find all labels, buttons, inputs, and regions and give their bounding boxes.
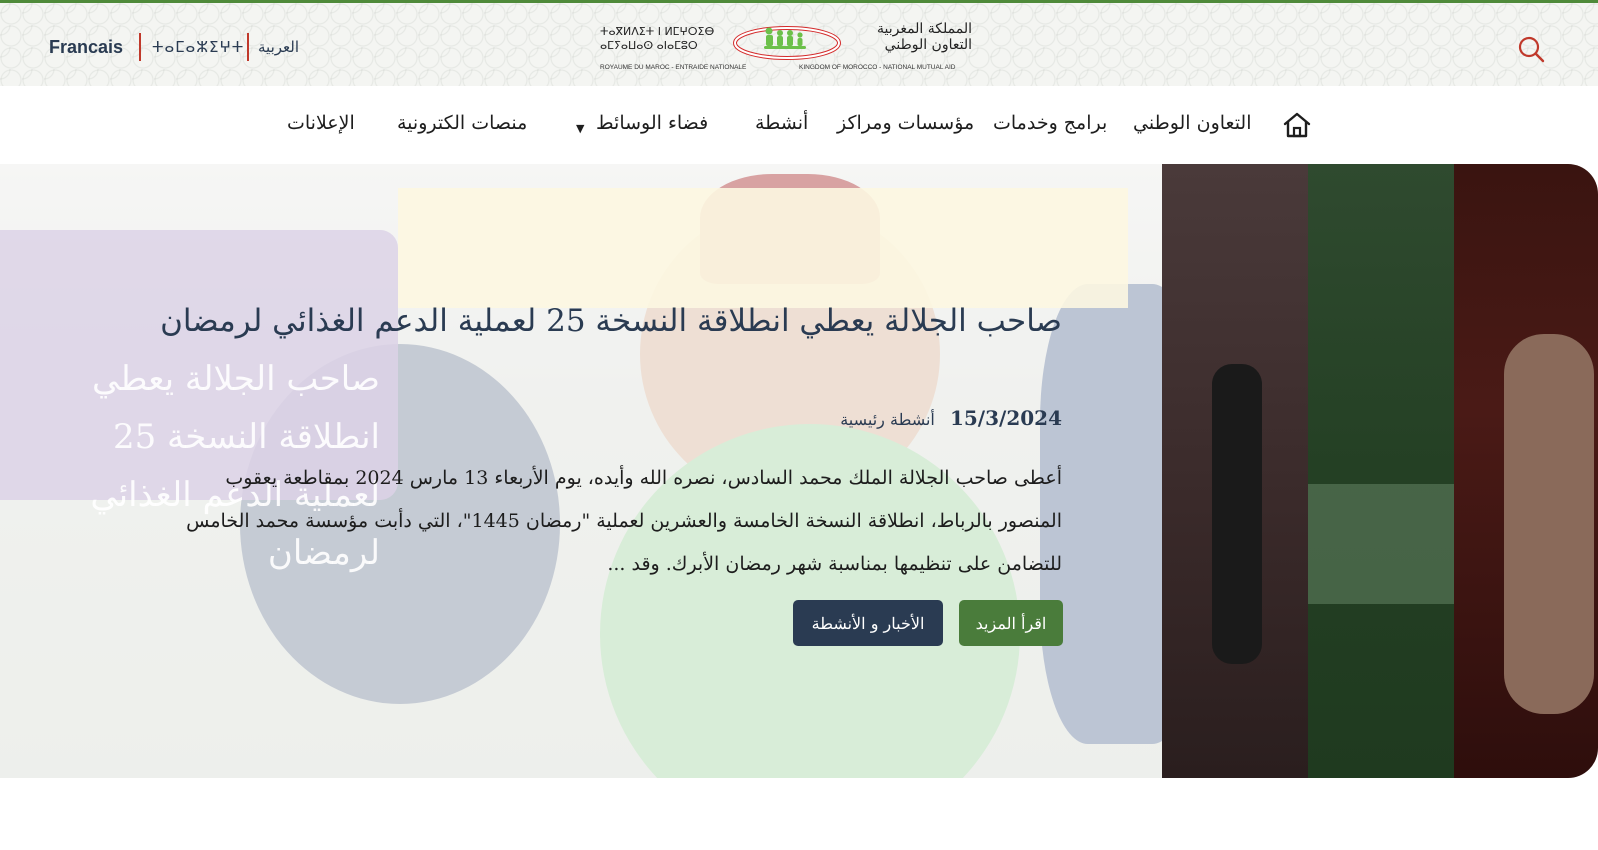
nav-item-institutions-centers[interactable]: مؤسسات ومراكز — [837, 112, 974, 134]
read-more-button[interactable]: اقرأ المزيد — [959, 600, 1063, 646]
nav-item-media-space[interactable]: فضاء الوسائط — [596, 112, 708, 134]
lang-tamazight-link[interactable]: ⵜⴰⵎⴰⵣⵉⵖⵜ — [152, 33, 244, 61]
news-activities-button[interactable]: الأخبار و الأنشطة — [793, 600, 943, 646]
hero-thumb-audience — [1308, 484, 1454, 604]
nav-item-activities[interactable]: أنشطة — [755, 112, 808, 134]
caret-down-icon[interactable]: ▼ — [576, 122, 584, 135]
nav-item-e-platforms[interactable]: منصات الكترونية — [397, 112, 527, 134]
logo-french-caption: ROYAUME DU MAROC - ENTRAIDE NATIONALE — [600, 64, 747, 71]
nav-item-national-mutual-aid[interactable]: التعاون الوطني — [1133, 112, 1252, 134]
nav-item-programs-services[interactable]: برامج وخدمات — [993, 112, 1107, 134]
hero-thumb-panel-1[interactable] — [1162, 164, 1308, 778]
nav-item-announcements[interactable]: الإعلانات — [287, 112, 355, 134]
people-ellipse-logo-icon — [733, 26, 841, 60]
logo-arabic-text: المملكة المغربية التعاون الوطني — [876, 21, 972, 53]
lang-french-link[interactable]: Francais — [49, 33, 123, 61]
lang-arabic-link[interactable]: العربية — [258, 33, 299, 61]
hero-meta: 15/3/2024 أنشطة رئيسية — [700, 406, 1062, 430]
lang-divider — [139, 33, 141, 61]
top-bar: Francais ⵜⴰⵎⴰⵣⵉⵖⵜ العربية ⵜⴰⴳⵍⴷⵉⵜ ⵏ ⵍⵎⵖⵔ… — [0, 0, 1598, 86]
hero-excerpt: أعطى صاحب الجلالة الملك محمد السادس، نصر… — [186, 467, 1062, 575]
logo-tamazight-text: ⵜⴰⴳⵍⴷⵉⵜ ⵏ ⵍⵎⵖⵔⵉⴱ ⴰⵎⵢⴰⵡⴰⵙ ⴰⵏⴰⵎⵓⵔ — [600, 25, 715, 52]
home-icon[interactable] — [1282, 110, 1312, 140]
hero-thumb-person — [1504, 334, 1594, 714]
hero-date: 15/3/2024 — [949, 406, 1062, 430]
site-logo[interactable]: ⵜⴰⴳⵍⴷⵉⵜ ⵏ ⵍⵎⵖⵔⵉⴱ ⴰⵎⵢⴰⵡⴰⵙ ⴰⵏⴰⵎⵓⵔ المملكة … — [600, 17, 980, 79]
hero-thumb-panel-2[interactable] — [1308, 164, 1454, 778]
hero-category[interactable]: أنشطة رئيسية — [840, 410, 935, 429]
logo-english-caption: KINGDOM OF MOROCCO - NATIONAL MUTUAL AID — [799, 64, 956, 71]
hero-headline[interactable]: صاحب الجلالة يعطي انطلاقة النسخة 25 لعمل… — [120, 299, 1062, 343]
hero-slider: صاحب الجلالة يعطي انطلاقة النسخة 25 لعمل… — [0, 164, 1598, 778]
search-icon[interactable] — [1516, 34, 1546, 64]
hero-thumb-figure — [1212, 364, 1262, 664]
main-nav: التعاون الوطني برامج وخدمات مؤسسات ومراك… — [0, 86, 1598, 164]
hero-thumb-panel-3[interactable] — [1454, 164, 1598, 778]
lang-divider — [247, 33, 249, 61]
